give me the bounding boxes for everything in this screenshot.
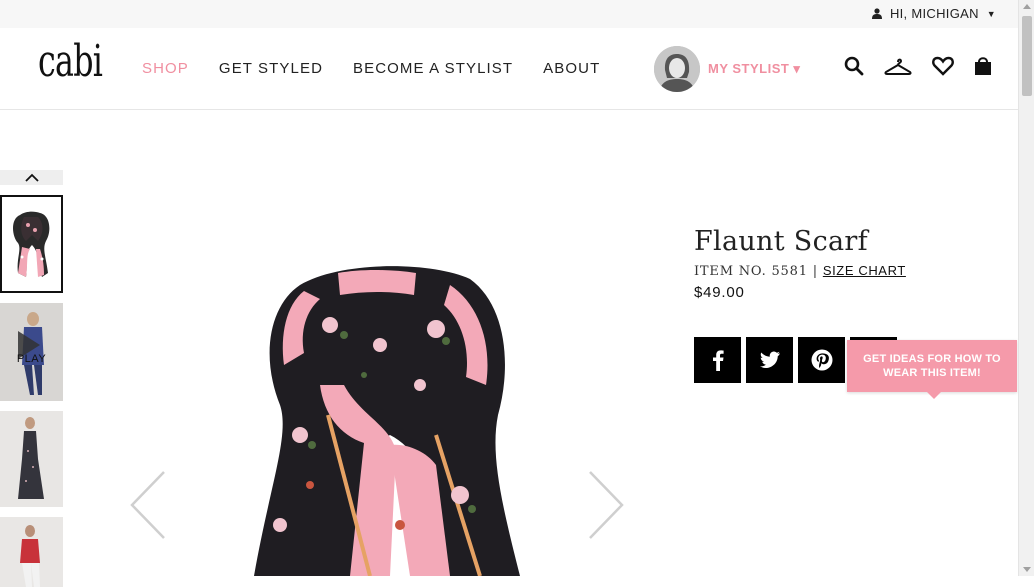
page-scrollbar[interactable]	[1018, 0, 1034, 576]
size-chart-link[interactable]: SIZE CHART	[823, 263, 906, 278]
my-stylist-label: MY STYLIST ▾	[708, 61, 801, 76]
thumbnail-carousel: PLAY	[0, 170, 63, 587]
site-header: cabi SHOP GET STYLED BECOME A STYLIST AB…	[0, 28, 1018, 110]
facebook-share-button[interactable]	[694, 337, 741, 383]
item-number-row: ITEM NO. 5581 | SIZE CHART	[694, 263, 906, 279]
scroll-up-arrow[interactable]	[1023, 4, 1031, 9]
cabi-logo[interactable]: cabi	[38, 36, 103, 87]
pinterest-share-button[interactable]	[798, 337, 845, 383]
next-image-arrow[interactable]	[586, 470, 626, 540]
product-image	[240, 265, 540, 577]
scroll-down-arrow[interactable]	[1023, 567, 1031, 572]
heart-icon[interactable]	[932, 56, 954, 81]
product-info: Flaunt Scarf ITEM NO. 5581 | SIZE CHART …	[694, 226, 906, 301]
hanger-icon[interactable]	[884, 56, 912, 81]
twitter-share-button[interactable]	[746, 337, 793, 383]
stylist-avatar	[654, 46, 700, 92]
top-utility-bar: HI, MICHIGAN ▼	[0, 0, 1018, 28]
play-label: PLAY	[16, 353, 47, 365]
user-icon	[871, 8, 882, 19]
facebook-icon	[712, 350, 724, 371]
chevron-right-icon	[589, 471, 624, 539]
chevron-down-icon: ▼	[986, 8, 996, 19]
nav-get-styled[interactable]: GET STYLED	[219, 60, 323, 77]
search-icon[interactable]	[844, 56, 864, 81]
model-red-top-thumbnail[interactable]	[0, 517, 63, 587]
my-stylist-menu[interactable]: MY STYLIST ▾	[654, 46, 800, 92]
account-greeting: HI, MICHIGAN	[889, 6, 979, 21]
chevron-up-icon	[24, 173, 39, 182]
scrollbar-thumb[interactable]	[1022, 16, 1032, 96]
product-price: $49.00	[694, 284, 745, 301]
item-number: ITEM NO. 5581	[694, 264, 808, 279]
product-title: Flaunt Scarf	[694, 226, 868, 257]
pinterest-icon	[811, 349, 832, 371]
main-nav: SHOP GET STYLED BECOME A STYLIST ABOUT	[142, 60, 600, 77]
chevron-left-icon	[130, 471, 165, 539]
model-dress-thumbnail[interactable]	[0, 411, 63, 507]
twitter-icon	[759, 351, 780, 369]
video-thumbnail[interactable]: PLAY	[0, 303, 63, 401]
account-menu[interactable]: HI, MICHIGAN ▼	[871, 6, 996, 21]
header-icons	[844, 56, 992, 81]
thumbnail-scroll-up[interactable]	[0, 170, 63, 185]
style-ideas-tooltip[interactable]: GET IDEAS FOR HOW TO WEAR THIS ITEM!	[847, 340, 1017, 399]
separator: |	[812, 264, 818, 279]
nav-become-a-stylist[interactable]: BECOME A STYLIST	[353, 60, 513, 77]
nav-shop[interactable]: SHOP	[142, 60, 189, 77]
scarf-thumbnail[interactable]	[0, 195, 63, 293]
previous-image-arrow[interactable]	[128, 470, 168, 540]
shopping-bag-icon[interactable]	[974, 56, 992, 81]
nav-about[interactable]: ABOUT	[543, 60, 600, 77]
